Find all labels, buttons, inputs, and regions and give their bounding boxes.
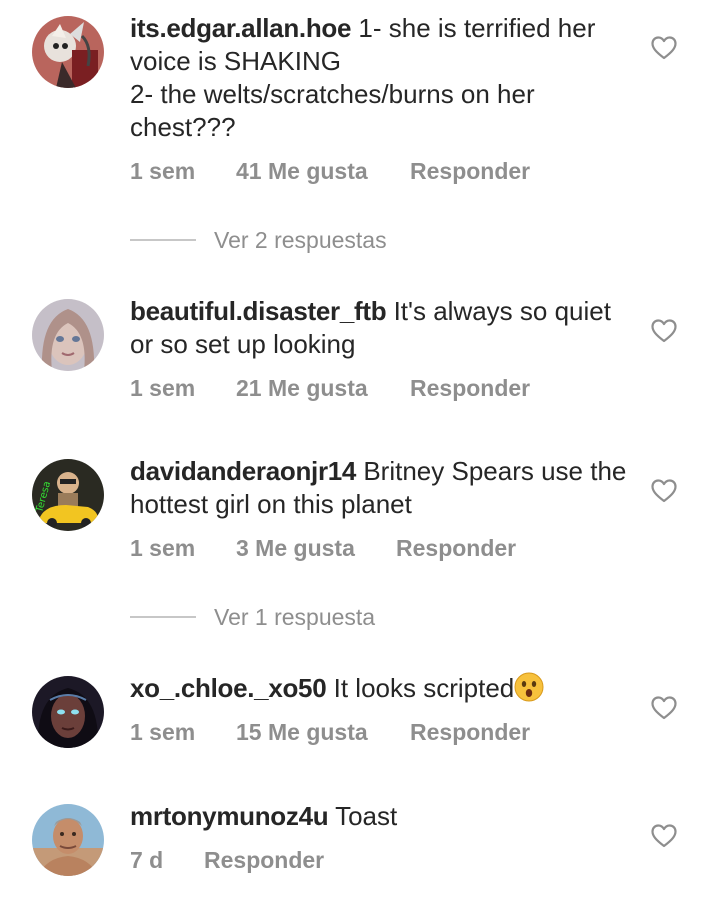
view-replies-button[interactable]: Ver 1 respuesta	[130, 602, 375, 632]
heart-icon[interactable]	[651, 36, 677, 60]
comment-body-line2: 2- the welts/scratches/burns on her ches…	[130, 79, 535, 142]
comment-username[interactable]: its.edgar.allan.hoe	[130, 13, 351, 43]
comment-time: 1 sem	[130, 375, 196, 401]
heart-icon[interactable]	[651, 479, 677, 503]
comment-body: Toast	[335, 801, 398, 831]
comment-meta: 1 sem 15 Me gusta Responder	[130, 719, 530, 746]
reply-button[interactable]: Responder	[410, 719, 530, 746]
reply-button[interactable]: Responder	[410, 375, 530, 402]
comment-time: 7 d	[130, 847, 164, 873]
heart-icon[interactable]	[651, 824, 677, 848]
view-replies-label: Ver 2 respuestas	[214, 226, 387, 253]
comment-text: mrtonymunoz4u Toast	[130, 800, 630, 833]
comment-username[interactable]: davidanderaonjr14	[130, 456, 356, 486]
comment-time: 1 sem	[130, 535, 196, 561]
replies-divider	[130, 616, 196, 618]
comment-meta: 1 sem 41 Me gusta Responder	[130, 158, 530, 185]
avatar[interactable]	[32, 676, 104, 748]
avatar[interactable]: Teresa	[32, 459, 104, 531]
reply-button[interactable]: Responder	[410, 158, 530, 185]
astonished-face-emoji	[514, 672, 544, 702]
comment-username[interactable]: beautiful.disaster_ftb	[130, 296, 387, 326]
like-count[interactable]: 15 Me gusta	[236, 719, 410, 746]
comment-username[interactable]: xo_.chloe._xo50	[130, 673, 327, 703]
comment-time: 1 sem	[130, 719, 196, 745]
comment-meta: 1 sem 3 Me gusta Responder	[130, 535, 516, 562]
replies-divider	[130, 239, 196, 241]
reply-button[interactable]: Responder	[396, 535, 516, 562]
comment-text: xo_.chloe._xo50 It looks scripted	[130, 672, 630, 705]
comment-text: davidanderaonjr14 Britney Spears use the…	[130, 455, 630, 521]
comment-username[interactable]: mrtonymunoz4u	[130, 801, 329, 831]
comment-body: It looks scripted	[333, 673, 515, 703]
heart-icon[interactable]	[651, 319, 677, 343]
avatar[interactable]	[32, 804, 104, 876]
avatar[interactable]	[32, 16, 104, 88]
comment-text: beautiful.disaster_ftb It's always so qu…	[130, 295, 630, 361]
comment-meta: 7 d Responder	[130, 847, 324, 874]
like-count[interactable]: 21 Me gusta	[236, 375, 410, 402]
comment-text: its.edgar.allan.hoe 1- she is terrified …	[130, 12, 630, 144]
reply-button[interactable]: Responder	[204, 847, 324, 874]
view-replies-label: Ver 1 respuesta	[214, 603, 376, 630]
comment-time: 1 sem	[130, 158, 196, 184]
like-count[interactable]: 3 Me gusta	[236, 535, 396, 562]
heart-icon[interactable]	[651, 696, 677, 720]
like-count[interactable]: 41 Me gusta	[236, 158, 410, 185]
view-replies-button[interactable]: Ver 2 respuestas	[130, 225, 387, 255]
comment-meta: 1 sem 21 Me gusta Responder	[130, 375, 530, 402]
avatar[interactable]	[32, 299, 104, 371]
